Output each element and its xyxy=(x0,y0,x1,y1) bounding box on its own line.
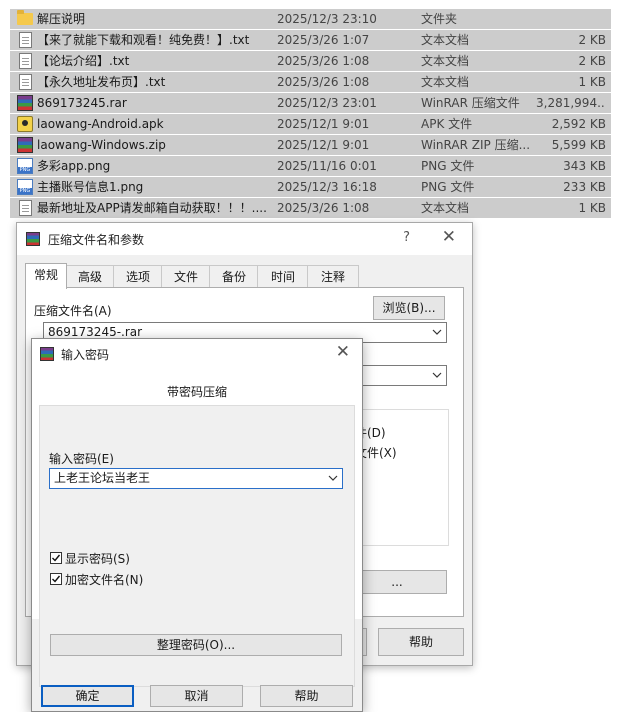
file-row[interactable]: 【来了就能下载和观看！纯免费！】.txt 2025/3/26 1:07 文本文档 2 … xyxy=(10,30,611,50)
chevron-down-icon[interactable] xyxy=(328,469,338,495)
file-date: 2025/3/26 1:07 xyxy=(277,33,370,47)
password-dialog: 输入密码 ✕ 带密码压缩 输入密码(E) 上老王论坛当老王 显示密码(S) 加密… xyxy=(31,338,363,712)
file-row[interactable]: laowang-Windows.zip 2025/12/1 9:01 WinRAR … xyxy=(10,135,611,155)
tab-backup[interactable]: 备份 xyxy=(209,265,259,288)
tab-options[interactable]: 选项 xyxy=(113,265,163,288)
file-date: 2025/12/1 9:01 xyxy=(277,117,370,131)
file-type: 文本文档 xyxy=(421,54,470,68)
file-name: 【论坛介绍】.txt xyxy=(37,54,130,68)
file-name: 869173245.rar xyxy=(37,96,127,110)
zip-archive-icon xyxy=(17,137,33,153)
ok-button[interactable]: 确定 xyxy=(41,685,134,707)
browse-button[interactable]: 浏览(B)... xyxy=(373,296,445,320)
password-dialog-title: 输入密码 xyxy=(61,348,110,362)
password-dialog-titlebar: 输入密码 ✕ xyxy=(32,339,362,369)
file-row[interactable]: 最新地址及APP请发邮箱自动获取！！！.... 2025/3/26 1:08 文本文… xyxy=(10,198,611,218)
tab-comment[interactable]: 注释 xyxy=(307,265,359,288)
file-date: 2025/12/3 23:01 xyxy=(277,96,377,110)
tab-general[interactable]: 常规 xyxy=(25,263,67,289)
encrypt-filenames-label: 加密文件名(N) xyxy=(65,573,144,587)
text-file-icon xyxy=(19,74,32,90)
encrypt-filenames-checkbox[interactable]: 加密文件名(N) xyxy=(50,572,190,588)
close-icon[interactable]: ✕ xyxy=(336,342,350,362)
file-date: 2025/12/3 23:10 xyxy=(277,12,377,26)
file-size: 1 KB xyxy=(578,75,606,89)
chevron-down-icon[interactable] xyxy=(432,366,442,392)
file-date: 2025/3/26 1:08 xyxy=(277,54,370,68)
password-label: 输入密码(E) xyxy=(49,452,114,466)
file-type: 文件夹 xyxy=(421,12,458,26)
file-type: PNG 文件 xyxy=(421,159,475,173)
folder-icon xyxy=(17,10,33,25)
file-row[interactable]: 869173245.rar 2025/12/3 23:01 WinRAR 压缩文件 3… xyxy=(10,93,611,113)
file-name: 主播账号信息1.png xyxy=(37,180,144,194)
password-value: 上老王论坛当老王 xyxy=(54,471,151,485)
show-password-checkbox[interactable]: 显示密码(S) xyxy=(50,551,190,567)
winrar-icon xyxy=(40,347,54,361)
file-size: 2 KB xyxy=(578,54,606,68)
tab-files[interactable]: 文件 xyxy=(161,265,211,288)
organize-passwords-button[interactable]: 整理密码(O)... xyxy=(50,634,342,656)
tab-advanced[interactable]: 高级 xyxy=(65,265,115,288)
file-type: 文本文档 xyxy=(421,75,470,89)
file-size: 1 KB xyxy=(578,201,606,215)
rar-archive-icon xyxy=(17,95,33,111)
show-password-label: 显示密码(S) xyxy=(65,552,130,566)
file-row[interactable]: 多彩app.png 2025/11/16 0:01 PNG 文件 343 KB xyxy=(10,156,611,176)
file-name: 多彩app.png xyxy=(37,159,111,173)
file-name: 【来了就能下载和观看！纯免费！】.txt xyxy=(37,33,250,47)
winrar-icon xyxy=(26,232,40,246)
text-file-icon xyxy=(19,32,32,48)
file-date: 2025/11/16 0:01 xyxy=(277,159,377,173)
checkmark-icon[interactable] xyxy=(50,573,62,585)
help-button[interactable]: 帮助 xyxy=(378,628,464,656)
cancel-button[interactable]: 取消 xyxy=(150,685,243,707)
file-type: WinRAR ZIP 压缩... xyxy=(421,138,531,152)
close-icon[interactable]: ✕ xyxy=(442,227,456,247)
file-type: PNG 文件 xyxy=(421,180,475,194)
file-date: 2025/3/26 1:08 xyxy=(277,75,370,89)
file-row[interactable]: 主播账号信息1.png 2025/12/3 16:18 PNG 文件 233 KB xyxy=(10,177,611,197)
help-button[interactable]: 帮助 xyxy=(260,685,353,707)
archive-name-value: 869173245-.rar xyxy=(48,325,143,339)
file-size: 343 KB xyxy=(563,159,606,173)
password-input[interactable]: 上老王论坛当老王 xyxy=(49,468,343,489)
file-name: 解压说明 xyxy=(37,12,86,26)
file-date: 2025/12/1 9:01 xyxy=(277,138,370,152)
file-type: 文本文档 xyxy=(421,33,470,47)
file-list: 解压说明 2025/12/3 23:10 文件夹【来了就能下载和观看！纯免费！】.t… xyxy=(10,9,611,219)
file-row[interactable]: 解压说明 2025/12/3 23:10 文件夹 xyxy=(10,9,611,29)
file-size: 233 KB xyxy=(563,180,606,194)
password-caption: 带密码压缩 xyxy=(166,385,227,399)
apk-file-icon xyxy=(17,116,33,132)
file-name: 最新地址及APP请发邮箱自动获取！！！.... xyxy=(37,201,267,215)
archive-dialog-titlebar: 压缩文件名和参数 ? ✕ xyxy=(17,223,472,255)
file-name: laowang-Windows.zip xyxy=(37,138,166,152)
archive-dialog-title: 压缩文件名和参数 xyxy=(48,233,145,247)
file-row[interactable]: 【论坛介绍】.txt 2025/3/26 1:08 文本文档 2 KB xyxy=(10,51,611,71)
help-icon[interactable]: ? xyxy=(403,230,410,245)
file-date: 2025/3/26 1:08 xyxy=(277,201,370,215)
text-file-icon xyxy=(19,53,32,69)
file-type: 文本文档 xyxy=(421,201,470,215)
file-name: 【永久地址发布页】.txt xyxy=(37,75,166,89)
archive-name-label: 压缩文件名(A) xyxy=(34,304,112,318)
file-name: laowang-Android.apk xyxy=(37,117,164,131)
file-date: 2025/12/3 16:18 xyxy=(277,180,377,194)
file-row[interactable]: laowang-Android.apk 2025/12/1 9:01 APK 文件 2… xyxy=(10,114,611,134)
chevron-down-icon[interactable] xyxy=(432,323,442,349)
file-size: 5,599 KB xyxy=(551,138,606,152)
checkmark-icon[interactable] xyxy=(50,552,62,564)
file-size: 2 KB xyxy=(578,33,606,47)
file-type: WinRAR 压缩文件 xyxy=(421,96,520,110)
file-size: 3,281,994... xyxy=(536,96,606,110)
tab-time[interactable]: 时间 xyxy=(257,265,309,288)
file-size: 2,592 KB xyxy=(551,117,606,131)
text-file-icon xyxy=(19,200,32,216)
png-file-icon xyxy=(17,179,33,195)
file-type: APK 文件 xyxy=(421,117,473,131)
png-file-icon xyxy=(17,158,33,174)
file-row[interactable]: 【永久地址发布页】.txt 2025/3/26 1:08 文本文档 1 KB xyxy=(10,72,611,92)
